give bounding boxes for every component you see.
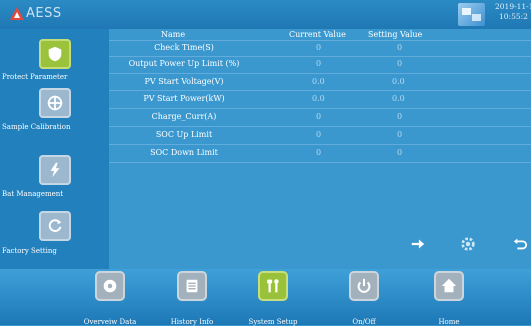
return-button[interactable] bbox=[511, 235, 529, 253]
row-name: Check Time(S) bbox=[154, 43, 214, 52]
row-name: SOC Down Limit bbox=[150, 148, 218, 157]
sample-calibration-button[interactable] bbox=[39, 88, 71, 118]
setting-value-field[interactable]: 0 bbox=[397, 43, 402, 52]
row-name: Output Power Up Limit (%) bbox=[128, 59, 240, 68]
current-value: 0.0 bbox=[312, 94, 325, 103]
return-icon bbox=[513, 238, 528, 250]
table-row: SOC Up Limit 0 0 bbox=[109, 126, 531, 145]
sidebar-label-protect-parameter: Protect Parameter bbox=[2, 73, 68, 81]
document-icon bbox=[186, 279, 198, 293]
current-value: 0.0 bbox=[312, 77, 325, 86]
current-value: 0 bbox=[316, 112, 322, 121]
row-name: PV Start Voltage(V) bbox=[144, 77, 224, 86]
table-row: PV Start Power(kW) 0.0 0.0 bbox=[109, 90, 531, 109]
nav-system-setup[interactable]: System Setup bbox=[238, 271, 308, 326]
brand-name: AESS bbox=[26, 6, 62, 21]
header-current-value: Current Value bbox=[289, 30, 346, 39]
nav-on-off[interactable]: On/Off bbox=[329, 271, 399, 326]
protect-parameter-button[interactable] bbox=[39, 39, 71, 69]
setting-value-field[interactable]: 0 bbox=[397, 130, 402, 139]
factory-setting-button[interactable] bbox=[39, 211, 71, 241]
sidebar-label-sample-calibration: Sample Calibration bbox=[2, 123, 71, 131]
current-value: 0 bbox=[316, 148, 322, 157]
setting-value-field[interactable]: 0 bbox=[397, 59, 402, 68]
settings-button[interactable] bbox=[459, 235, 477, 253]
power-icon bbox=[357, 278, 371, 293]
nav-home[interactable]: Home bbox=[414, 271, 484, 326]
parameter-table: Name Current Value Setting Value Check T… bbox=[109, 29, 531, 269]
sidebar-label-bat-management: Bat Management bbox=[2, 190, 64, 198]
tools-icon bbox=[267, 279, 279, 293]
overview-data-button[interactable] bbox=[95, 271, 125, 301]
system-setup-button[interactable] bbox=[258, 271, 288, 301]
on-off-button[interactable] bbox=[349, 271, 379, 301]
table-row: Charge_Curr(A) 0 0 bbox=[109, 108, 531, 127]
bat-management-button[interactable] bbox=[39, 155, 71, 185]
row-name: SOC Up Limit bbox=[155, 130, 213, 139]
table-row: Output Power Up Limit (%) 0 0 bbox=[109, 56, 531, 74]
header-name: Name bbox=[161, 30, 186, 39]
history-info-button[interactable] bbox=[177, 271, 207, 301]
gear-icon bbox=[461, 237, 475, 251]
date-text: 2019-11-1 bbox=[495, 2, 531, 11]
bottom-nav: Overveiw Data History Info System Setup bbox=[0, 269, 531, 326]
home-icon bbox=[441, 278, 457, 293]
setting-value-field[interactable]: 0 bbox=[397, 148, 402, 157]
setting-value-field[interactable]: 0 bbox=[397, 112, 402, 121]
sidebar: Protect Parameter Sample Calibration Bat… bbox=[0, 29, 109, 269]
row-name: Charge_Curr(A) bbox=[151, 112, 217, 121]
next-page-button[interactable] bbox=[409, 235, 427, 253]
top-bar: AESS 2019-11-1 10:55:2 bbox=[0, 0, 531, 29]
shield-icon bbox=[48, 46, 62, 62]
setting-value-field[interactable]: 0.0 bbox=[392, 77, 405, 86]
current-value: 0 bbox=[316, 130, 322, 139]
connection-status-icon[interactable] bbox=[458, 3, 485, 26]
logo-icon bbox=[10, 7, 24, 20]
current-value: 0 bbox=[316, 59, 322, 68]
row-name: PV Start Power(kW) bbox=[143, 94, 225, 103]
arrow-right-icon bbox=[411, 239, 425, 249]
disc-icon bbox=[103, 279, 117, 293]
lightning-icon bbox=[50, 162, 60, 178]
refresh-icon bbox=[48, 219, 62, 232]
setting-value-field[interactable]: 0.0 bbox=[392, 94, 405, 103]
nav-history-info[interactable]: History Info bbox=[157, 271, 227, 326]
current-value: 0 bbox=[316, 43, 322, 52]
dial-icon bbox=[47, 95, 63, 111]
home-button[interactable] bbox=[434, 271, 464, 301]
header-setting-value: Setting Value bbox=[368, 30, 423, 39]
sidebar-label-factory-setting: Factory Setting bbox=[2, 247, 57, 255]
nav-overview-data[interactable]: Overveiw Data bbox=[75, 271, 145, 326]
table-row: PV Start Voltage(V) 0.0 0.0 bbox=[109, 73, 531, 91]
table-row: SOC Down Limit 0 0 bbox=[109, 144, 531, 163]
time-text: 10:55:2 bbox=[499, 12, 528, 21]
datetime-display: 2019-11-1 10:55:2 bbox=[495, 2, 531, 22]
table-row: Check Time(S) 0 0 bbox=[109, 40, 531, 57]
